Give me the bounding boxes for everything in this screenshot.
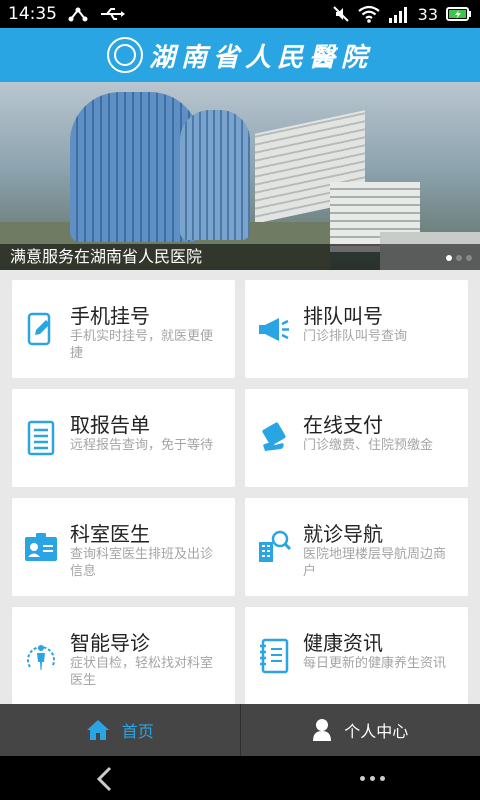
menu-card-desc: 门诊排队叫号查询 — [303, 329, 408, 344]
menu-card-title: 在线支付 — [303, 413, 383, 437]
menu-card-title: 排队叫号 — [303, 304, 383, 328]
user-icon — [313, 719, 332, 741]
menu-card-queue[interactable]: 排队叫号 门诊排队叫号查询 — [245, 280, 468, 378]
battery-level: 33 — [417, 4, 438, 24]
signal-icon — [388, 7, 407, 23]
menu-card-title: 健康资讯 — [303, 631, 383, 655]
home-icon — [86, 720, 109, 740]
back-icon[interactable] — [95, 766, 115, 792]
carousel-dot[interactable] — [456, 255, 462, 261]
banner-building — [180, 110, 250, 240]
carousel-dot[interactable] — [446, 255, 452, 261]
menu-card-health-news[interactable]: 健康资讯 每日更新的健康养生资讯 — [245, 607, 468, 704]
report-icon — [27, 420, 55, 456]
hospital-logo — [106, 37, 143, 73]
mute-icon — [332, 6, 349, 22]
payment-icon — [262, 422, 286, 451]
menu-card-desc: 手机实时挂号，就医更便捷 — [70, 329, 214, 361]
menu-card-title: 就诊导航 — [303, 522, 383, 546]
tab-home-label: 首页 — [121, 722, 154, 741]
menu-card-doctors[interactable]: 科室医生 查询科室医生排班及出诊信息 — [12, 498, 235, 596]
more-icon[interactable] — [360, 776, 385, 781]
menu-card-report[interactable]: 取报告单 远程报告查询，免于等待 — [12, 389, 235, 487]
banner-caption: 满意服务在湖南省人民医院 — [0, 244, 480, 270]
menu-card-desc: 症状自检，轻松找对科室医生 — [70, 656, 214, 688]
battery-icon — [446, 7, 471, 21]
carousel-dot[interactable] — [466, 255, 472, 261]
menu-card-desc: 医院地理楼层导航周边商户 — [303, 547, 447, 579]
tab-profile-label: 个人中心 — [344, 722, 409, 741]
phone-register-icon — [27, 312, 51, 346]
bottom-tab-bar: 首页 个人中心 — [0, 704, 480, 756]
menu-card-payment[interactable]: 在线支付 门诊缴费、住院预缴金 — [245, 389, 468, 487]
menu-card-navigation[interactable]: 就诊导航 医院地理楼层导航周边商户 — [245, 498, 468, 596]
notebook-icon — [260, 638, 289, 674]
header-title: 湖南省人民醫院 — [148, 42, 373, 73]
tab-home[interactable]: 首页 — [0, 704, 240, 756]
menu-card-desc: 远程报告查询，免于等待 — [70, 438, 214, 453]
menu-card-title: 取报告单 — [70, 413, 150, 437]
body-check-icon — [27, 645, 55, 670]
status-bar: 14:35 33 — [0, 0, 480, 28]
usb-icon — [101, 8, 125, 20]
wifi-icon — [357, 5, 380, 23]
megaphone-icon — [259, 318, 289, 341]
tab-profile[interactable]: 个人中心 — [241, 704, 480, 756]
menu-card-desc: 查询科室医生排班及出诊信息 — [70, 547, 214, 579]
app-header: 湖南省人民醫院 — [0, 28, 480, 82]
doctor-card-icon — [25, 533, 57, 561]
carousel-dots — [446, 255, 472, 261]
menu-card-title: 智能导诊 — [70, 631, 150, 655]
menu-card-title: 科室医生 — [70, 522, 150, 546]
usb-debug-icon — [68, 7, 88, 22]
status-time: 14:35 — [8, 4, 57, 24]
system-nav-bar — [0, 756, 480, 800]
menu-card-desc: 门诊缴费、住院预缴金 — [303, 438, 434, 453]
menu-card-desc: 每日更新的健康养生资讯 — [303, 656, 447, 671]
menu-card-register[interactable]: 手机挂号 手机实时挂号，就医更便捷 — [12, 280, 235, 378]
menu-card-triage[interactable]: 智能导诊 症状自检，轻松找对科室医生 — [12, 607, 235, 704]
menu-grid: 手机挂号 手机实时挂号，就医更便捷 排队叫号 门诊排队叫号查询 取报告单 远程报… — [0, 270, 480, 704]
menu-card-title: 手机挂号 — [70, 304, 150, 328]
navigation-icon — [259, 530, 291, 562]
banner-carousel[interactable]: 满意服务在湖南省人民医院 — [0, 82, 480, 270]
